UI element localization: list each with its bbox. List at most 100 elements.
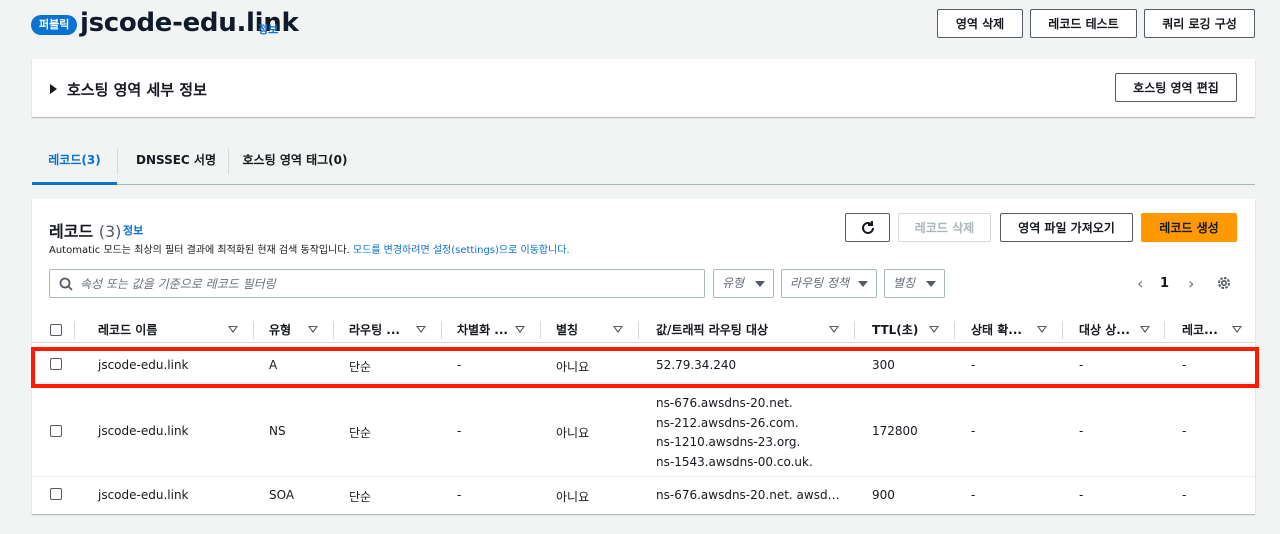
column-header-target-health[interactable]: 대상 상...: [1079, 321, 1130, 338]
tab-dnssec[interactable]: DNSSEC 서명: [124, 144, 228, 185]
alias: 아니요: [556, 490, 590, 504]
refresh-button[interactable]: [845, 213, 890, 242]
table-row[interactable]: jscode-edu.link NS 단순 - 아니요 ns-676.awsdn…: [32, 388, 1255, 477]
delete-zone-button[interactable]: 영역 삭제: [937, 9, 1023, 38]
alias: 아니요: [556, 426, 590, 440]
sort-icon[interactable]: [515, 326, 525, 333]
routing-policy: 단순: [349, 426, 372, 440]
delete-record-button[interactable]: 레코드 삭제: [898, 213, 991, 242]
test-record-button[interactable]: 레코드 테스트: [1030, 9, 1137, 38]
record-name: jscode-edu.link: [98, 358, 189, 372]
routing-policy-select[interactable]: 라우팅 정책: [781, 269, 877, 298]
row-checkbox[interactable]: [50, 425, 62, 437]
sort-icon[interactable]: [1037, 326, 1047, 333]
alias-select[interactable]: 별칭: [884, 269, 945, 298]
differentiator: -: [457, 424, 462, 438]
record-filter-input[interactable]: [80, 274, 680, 294]
select-all-checkbox[interactable]: [50, 324, 62, 336]
column-header-value[interactable]: 값/트래픽 라우팅 대상: [656, 321, 768, 338]
column-header-alias[interactable]: 별칭: [556, 321, 578, 338]
dropdown-arrow-icon: [926, 281, 936, 287]
ttl: 172800: [872, 424, 918, 438]
record-id: -: [1182, 424, 1187, 438]
ttl: 300: [872, 358, 895, 372]
table-row[interactable]: jscode-edu.link SOA 단순 - 아니요 ns-676.awsd…: [32, 478, 1255, 513]
tab-hosted-zone-tags[interactable]: 호스팅 영역 태그(0): [237, 144, 353, 185]
record-id: -: [1182, 488, 1187, 502]
tab-records[interactable]: 레코드(3): [32, 144, 117, 185]
target-health: -: [1079, 488, 1084, 502]
row-checkbox[interactable]: [50, 358, 62, 370]
hosted-zone-details-label: 호스팅 영역 세부 정보: [67, 81, 207, 99]
column-header-differentiator[interactable]: 차별화 ...: [457, 321, 508, 338]
routing-policy: 단순: [349, 490, 372, 504]
records-title-text: 레코드: [49, 222, 94, 241]
column-divider: [1062, 321, 1063, 339]
column-divider: [74, 321, 75, 339]
refresh-icon: [862, 221, 874, 234]
column-header-record-id[interactable]: 레코...: [1182, 321, 1218, 338]
differentiator: -: [457, 358, 462, 372]
sort-icon[interactable]: [416, 326, 426, 333]
type-select[interactable]: 유형: [713, 269, 774, 298]
health-check: -: [971, 488, 976, 502]
row-checkbox[interactable]: [50, 488, 62, 500]
records-panel: 레코드 (3) 정보 Automatic 모드는 최상의 필터 결과에 최적화된…: [32, 199, 1255, 514]
previous-page-icon[interactable]: ‹: [1137, 274, 1143, 293]
table-row[interactable]: jscode-edu.link A 단순 - 아니요 52.79.34.240 …: [32, 348, 1255, 383]
dropdown-arrow-icon: [755, 281, 765, 287]
record-type: A: [269, 358, 278, 372]
record-value: ns-676.awsdns-20.net. awsd…: [656, 488, 840, 502]
differentiator: -: [457, 488, 462, 502]
column-header-routing-policy[interactable]: 라우팅 ...: [349, 321, 400, 338]
hosted-zone-details-panel: 호스팅 영역 세부 정보 호스팅 영역 편집: [32, 59, 1255, 117]
records-count: (3): [98, 222, 122, 241]
next-page-icon[interactable]: ›: [1188, 274, 1194, 293]
settings-link[interactable]: 모드를 변경하려면 설정(settings)으로 이동합니다.: [353, 245, 570, 256]
column-header-ttl[interactable]: TTL(초): [872, 321, 918, 338]
alias: 아니요: [556, 360, 590, 374]
record-type: SOA: [269, 488, 295, 502]
sort-icon[interactable]: [308, 326, 318, 333]
sort-icon[interactable]: [929, 326, 939, 333]
import-zone-file-button[interactable]: 영역 파일 가져오기: [1000, 213, 1133, 242]
record-filter: [49, 269, 705, 298]
column-divider: [638, 321, 639, 339]
record-name: jscode-edu.link: [98, 488, 189, 502]
gear-icon[interactable]: [1216, 275, 1232, 291]
caret-right-icon: [50, 84, 57, 94]
title-info-link[interactable]: 정보: [258, 21, 278, 37]
routing-policy-select-label: 라우팅 정책: [790, 276, 850, 290]
public-badge: 퍼블릭: [31, 15, 78, 35]
column-divider: [540, 321, 541, 339]
pagination: ‹ 1 ›: [1129, 274, 1229, 294]
sort-icon[interactable]: [829, 326, 839, 333]
column-divider: [441, 321, 442, 339]
table-header: 레코드 이름 유형 라우팅 ... 차별화 ... 별칭 값/트래픽 라우팅 대…: [32, 316, 1255, 343]
configure-query-logging-button[interactable]: 쿼리 로깅 구성: [1144, 9, 1255, 38]
health-check: -: [971, 358, 976, 372]
ttl: 900: [872, 488, 895, 502]
description-text: Automatic 모드는 최상의 필터 결과에 최적화된 현재 검색 동작입니…: [49, 245, 353, 256]
current-page[interactable]: 1: [1160, 276, 1169, 291]
edit-hosted-zone-button[interactable]: 호스팅 영역 편집: [1115, 73, 1237, 102]
routing-policy: 단순: [349, 360, 372, 374]
health-check: -: [971, 424, 976, 438]
sort-icon[interactable]: [613, 326, 623, 333]
hosted-zone-details-toggle[interactable]: 호스팅 영역 세부 정보: [50, 79, 207, 100]
record-id: -: [1182, 358, 1187, 372]
column-header-record-name[interactable]: 레코드 이름: [98, 321, 157, 338]
column-divider: [954, 321, 955, 339]
sort-icon[interactable]: [1140, 326, 1150, 333]
create-record-button[interactable]: 레코드 생성: [1141, 213, 1237, 242]
column-header-type[interactable]: 유형: [269, 321, 291, 338]
sort-icon[interactable]: [1232, 326, 1242, 333]
records-title: 레코드 (3): [49, 218, 121, 242]
sort-icon[interactable]: [228, 326, 238, 333]
tab-bar: 레코드(3) DNSSEC 서명 호스팅 영역 태그(0): [32, 144, 1255, 185]
type-select-label: 유형: [722, 276, 745, 290]
column-divider: [1164, 321, 1165, 339]
records-info-link[interactable]: 정보: [123, 222, 143, 238]
target-health: -: [1079, 358, 1084, 372]
column-header-health-check[interactable]: 상태 확...: [971, 321, 1022, 338]
